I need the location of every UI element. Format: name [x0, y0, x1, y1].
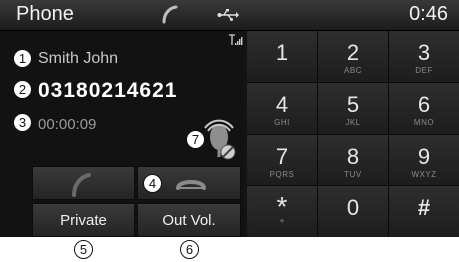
key-1[interactable]: 1: [247, 31, 317, 82]
screen-title: Phone: [16, 3, 74, 25]
accept-call-button[interactable]: [32, 166, 135, 200]
callout-1: 1: [13, 49, 32, 68]
key-0[interactable]: 0: [318, 186, 388, 237]
key-9[interactable]: 9 WXYZ: [389, 134, 459, 186]
callout-4: 4: [143, 174, 162, 193]
call-duration: 00:00:09: [38, 116, 97, 133]
usb-icon: [217, 8, 239, 27]
private-button[interactable]: Private: [32, 203, 135, 237]
key-6[interactable]: 6 MNO: [389, 82, 459, 134]
phone-screen: Phone 0:46 Smith John 03180214621 00:00:…: [0, 0, 459, 237]
caller-number: 03180214621: [38, 79, 178, 102]
clock: 0:46: [409, 3, 448, 25]
callout-5: 5: [74, 240, 93, 259]
caller-name: Smith John: [38, 50, 119, 67]
key-4[interactable]: 4 GHI: [247, 82, 317, 134]
accept-handset-icon: [72, 173, 91, 197]
handset-icon: [160, 5, 180, 30]
key-star[interactable]: * +: [247, 186, 317, 237]
callout-2: 2: [13, 80, 32, 99]
key-hash[interactable]: #: [389, 186, 459, 237]
callout-6: 6: [180, 240, 199, 259]
status-bar: Phone 0:46: [0, 0, 459, 31]
signal-strength-icon: [228, 33, 244, 51]
key-5[interactable]: 5 JKL: [318, 82, 388, 134]
callout-7: 7: [186, 130, 205, 149]
key-7[interactable]: 7 PQRS: [247, 134, 317, 186]
mic-mute-button[interactable]: [200, 117, 238, 163]
dial-keypad: 1 2 ABC 3 DEF 4 GHI 5 JKL 6 MNO 7 PQRS 8 TUV 9W…: [247, 31, 459, 237]
key-2[interactable]: 2 ABC: [318, 31, 388, 82]
out-volume-button[interactable]: Out Vol.: [137, 203, 241, 237]
key-8[interactable]: 8 TUV: [318, 134, 388, 186]
key-3[interactable]: 3 DEF: [389, 31, 459, 82]
callout-3: 3: [13, 113, 32, 132]
